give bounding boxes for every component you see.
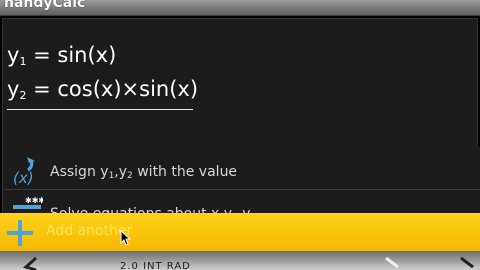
assign-action-row[interactable]: (x) Assign y1,y2 with the value — [5, 147, 480, 189]
chevron-right-icon[interactable] — [380, 257, 404, 270]
expression-underline — [7, 109, 193, 110]
chevron-left-icon[interactable] — [20, 257, 44, 270]
expression-2-rhs: = cos(x)×sin(x) — [26, 77, 199, 101]
svg-text:✱✱✱: ✱✱✱ — [25, 196, 43, 205]
assign-prefix: Assign y — [50, 164, 109, 180]
mouse-cursor-icon — [120, 230, 132, 246]
expression-line-2[interactable]: y2 = cos(x)×sin(x) — [7, 77, 198, 102]
app-title: handyCalc — [4, 0, 86, 11]
assign-suffix: with the value — [132, 164, 238, 180]
expression-1-lhs: y — [7, 43, 20, 67]
status-text: 2.0 INT RAD — [120, 261, 191, 270]
expression-2-lhs: y — [7, 77, 20, 101]
bottom-bar: 2.0 INT RAD — [0, 251, 480, 270]
svg-text:(x): (x) — [13, 169, 34, 185]
title-bar: handyCalc — [0, 0, 480, 16]
assign-mid: ,y — [114, 164, 128, 180]
assign-variables-icon: (x) — [13, 157, 35, 185]
add-icon — [7, 220, 33, 246]
assign-action-label: Assign y1,y2 with the value — [50, 164, 237, 181]
chevron-right-icon-2[interactable] — [455, 257, 479, 270]
expression-line-1[interactable]: y1 = sin(x) — [7, 43, 116, 68]
add-action-row[interactable]: Add another — [0, 213, 480, 251]
expression-1-rhs: = sin(x) — [26, 43, 117, 67]
